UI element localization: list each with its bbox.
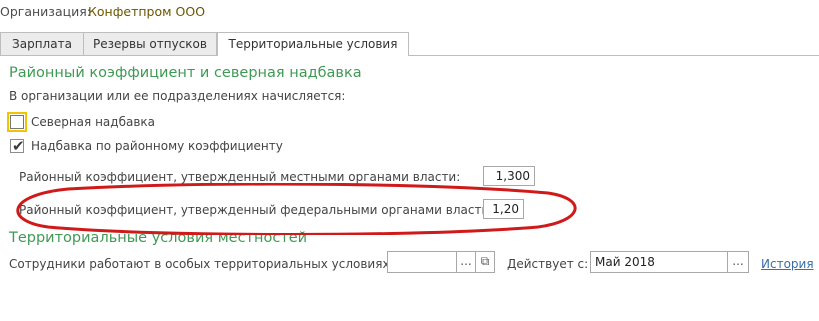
valid-from-label: Действует с:: [507, 257, 589, 271]
tab-territorial-conditions[interactable]: Территориальные условия: [217, 32, 409, 56]
organization-label: Организация:: [0, 4, 91, 19]
federal-coef-input[interactable]: 1,20: [483, 199, 524, 219]
north-bonus-label: Северная надбавка: [31, 115, 155, 129]
open-icon: ⧉: [480, 254, 490, 268]
section-title-territorial: Территориальные условия местностей: [9, 230, 308, 246]
federal-coef-label: Районный коэффициент, утвержденный федер…: [19, 203, 494, 217]
checkmark-icon: ✔: [12, 137, 25, 155]
history-link[interactable]: История: [761, 257, 814, 271]
employees-conditions-label: Сотрудники работают в особых территориал…: [9, 257, 394, 271]
tab-bar-divider: [0, 55, 819, 56]
regional-bonus-checkbox[interactable]: ✔: [10, 137, 25, 155]
tab-bar: Зарплата Резервы отпусков Территориальны…: [0, 32, 819, 56]
employees-conditions-input[interactable]: [387, 251, 457, 273]
tab-salary[interactable]: Зарплата: [0, 32, 84, 55]
select-conditions-button[interactable]: ...: [456, 251, 476, 273]
local-coef-input[interactable]: 1,300: [483, 166, 535, 186]
organization-link[interactable]: Конфетпром ООО: [88, 4, 205, 19]
section-title-regional: Районный коэффициент и северная надбавка: [9, 65, 362, 81]
regional-bonus-label: Надбавка по районному коэффициенту: [31, 139, 283, 153]
north-bonus-checkbox[interactable]: [7, 112, 27, 132]
valid-from-input[interactable]: Май 2018: [590, 251, 728, 273]
local-coef-label: Районный коэффициент, утвержденный местн…: [19, 170, 461, 184]
section-subtitle: В организации или ее подразделениях начи…: [9, 89, 346, 103]
tab-vacation-reserves[interactable]: Резервы отпусков: [83, 32, 217, 55]
valid-from-picker-button[interactable]: ...: [727, 251, 749, 273]
open-conditions-button[interactable]: ⧉: [475, 251, 495, 273]
